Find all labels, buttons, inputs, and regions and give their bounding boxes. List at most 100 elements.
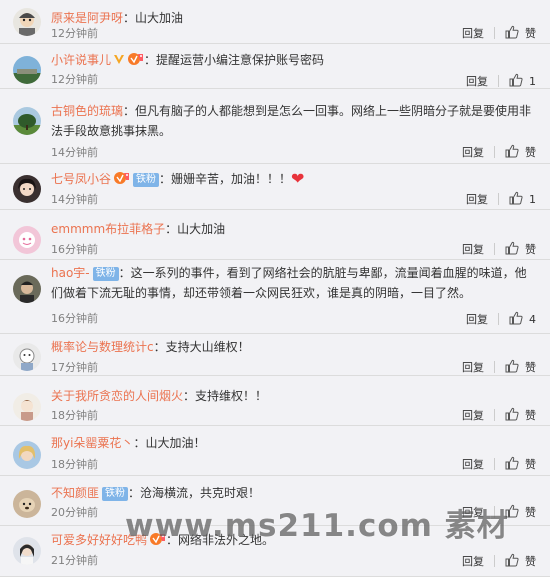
- comment-username[interactable]: emmmm布拉菲格子: [51, 222, 165, 236]
- like-count: 赞: [525, 146, 536, 159]
- action-divider: [498, 313, 499, 325]
- like-button[interactable]: 赞: [505, 241, 536, 258]
- like-button[interactable]: 赞: [505, 25, 536, 42]
- comment-actions: 回复 赞: [462, 359, 536, 375]
- action-divider: [494, 361, 495, 373]
- like-count: 1: [529, 192, 536, 206]
- comment-text: 山大加油: [135, 11, 184, 25]
- comment-username[interactable]: hao宇-: [51, 266, 90, 280]
- like-button[interactable]: 赞: [505, 407, 536, 424]
- comment-text: 沧海横流，共克时艰！: [140, 486, 261, 500]
- like-count: 赞: [525, 458, 536, 471]
- user-avatar[interactable]: [13, 107, 41, 135]
- reply-button[interactable]: 回复: [462, 144, 484, 160]
- comment-username[interactable]: 关于我所贪恋的人间烟火: [51, 389, 183, 403]
- user-avatar[interactable]: [13, 441, 41, 469]
- action-divider: [494, 27, 495, 39]
- like-count: 赞: [525, 506, 536, 519]
- comment-item: 七号凤小谷 铁粉 ：姗姗辛苦，加油！！！❤ 14分钟前 回复 1: [0, 164, 550, 210]
- user-avatar[interactable]: [13, 537, 41, 565]
- comment-username[interactable]: 古铜色的琉璃: [51, 104, 123, 118]
- comment-content: 概率论与数理统计c：支持大山维权！: [51, 337, 536, 357]
- reply-button[interactable]: 回复: [462, 553, 484, 569]
- comment-timestamp: 14分钟前: [51, 146, 98, 159]
- like-count: 赞: [525, 27, 536, 40]
- user-avatar[interactable]: [13, 56, 41, 84]
- comment-text: 支持大山维权！: [165, 340, 250, 354]
- reply-button[interactable]: 回复: [462, 359, 484, 375]
- comment-username[interactable]: 那yi朵罂粟花丶: [51, 436, 133, 450]
- reply-button[interactable]: 回复: [466, 191, 488, 207]
- comment-colon: ：: [144, 53, 157, 67]
- comment-colon: ：: [159, 172, 172, 186]
- comment-timestamp: 12分钟前: [51, 73, 98, 86]
- comment-username[interactable]: 小许说事儿: [51, 53, 111, 67]
- comment-colon: ：: [133, 436, 146, 450]
- thumbs-up-icon: [505, 553, 519, 570]
- like-count: 赞: [525, 361, 536, 374]
- comment-content: hao宇- 铁粉 ：这一系列的事件，看到了网络社会的肮脏与卑鄙，流量闻着血腥的味道，…: [51, 263, 536, 303]
- comment-timestamp: 18分钟前: [51, 409, 98, 422]
- like-button[interactable]: 1: [509, 191, 536, 208]
- reply-button[interactable]: 回复: [462, 25, 484, 41]
- comment-content: 七号凤小谷 铁粉 ：姗姗辛苦，加油！！！❤: [51, 169, 536, 189]
- comment-timestamp: 16分钟前: [51, 312, 98, 325]
- thumbs-up-icon: [505, 25, 519, 42]
- like-count: 赞: [525, 555, 536, 568]
- like-button[interactable]: 赞: [505, 359, 536, 376]
- like-count: 赞: [525, 243, 536, 256]
- user-avatar[interactable]: [13, 175, 41, 203]
- reply-button[interactable]: 回复: [462, 407, 484, 423]
- action-divider: [494, 146, 495, 158]
- like-button[interactable]: 赞: [505, 504, 536, 521]
- user-avatar[interactable]: [13, 393, 41, 421]
- like-button[interactable]: 4: [509, 311, 536, 328]
- comment-actions: 回复 赞: [462, 456, 536, 472]
- comment-text: 提醒运营小编注意保护账号密码: [156, 53, 325, 67]
- watermark: www.ms211.com 素材: [125, 508, 509, 544]
- comment-content: 关于我所贪恋的人间烟火：支持维权！！: [51, 386, 536, 406]
- vip-badge-icon: [125, 53, 144, 67]
- user-avatar[interactable]: [13, 343, 41, 371]
- comment-actions: 回复 赞: [462, 241, 536, 257]
- thumbs-up-icon: [509, 191, 523, 208]
- comment-text: 支持维权！！: [195, 389, 268, 403]
- comment-username[interactable]: 原来是阿尹呀: [51, 11, 123, 25]
- thumbs-up-icon: [505, 359, 519, 376]
- comment-timestamp: 18分钟前: [51, 458, 98, 471]
- user-avatar[interactable]: [13, 8, 41, 36]
- like-button[interactable]: 赞: [505, 553, 536, 570]
- comment-colon: ：: [165, 222, 178, 236]
- reply-button[interactable]: 回复: [466, 311, 488, 327]
- reply-button[interactable]: 回复: [466, 73, 488, 89]
- like-count: 4: [529, 312, 536, 326]
- heart-emoji-icon: ❤: [291, 169, 305, 188]
- comment-colon: ：: [123, 11, 136, 25]
- comment-content: 小许说事儿 ：提醒运营小编注意保护账号密码: [51, 50, 536, 70]
- comment-item: 原来是阿尹呀：山大加油 12分钟前 回复 赞: [0, 0, 550, 44]
- user-avatar[interactable]: [13, 275, 41, 303]
- comment-username[interactable]: 七号凤小谷: [51, 172, 111, 186]
- comment-username[interactable]: 概率论与数理统计c: [51, 340, 154, 354]
- user-avatar[interactable]: [13, 226, 41, 254]
- comment-actions: 回复 1: [466, 191, 536, 207]
- vip-badge-icon: [111, 172, 130, 186]
- like-button[interactable]: 赞: [505, 456, 536, 473]
- like-button[interactable]: 赞: [505, 144, 536, 161]
- comment-colon: ：: [128, 486, 141, 500]
- action-divider: [494, 243, 495, 255]
- comment-content: emmmm布拉菲格子：山大加油: [51, 219, 536, 239]
- comment-item: hao宇- 铁粉 ：这一系列的事件，看到了网络社会的肮脏与卑鄙，流量闻着血腥的味道，…: [0, 260, 550, 334]
- reply-button[interactable]: 回复: [462, 456, 484, 472]
- comment-actions: 回复 赞: [462, 407, 536, 423]
- comment-timestamp: 17分钟前: [51, 361, 98, 374]
- comment-item: 古铜色的琉璃：但凡有脑子的人都能想到是怎么一回事。网络上一些阴暗分子就是要使用非…: [0, 89, 550, 164]
- user-avatar[interactable]: [13, 490, 41, 518]
- action-divider: [494, 555, 495, 567]
- like-button[interactable]: 1: [509, 73, 536, 90]
- comment-content: 那yi朵罂粟花丶：山大加油！: [51, 433, 536, 453]
- fan-badge: 铁粉: [102, 487, 129, 501]
- comment-username[interactable]: 不知颜匪: [51, 486, 99, 500]
- reply-button[interactable]: 回复: [462, 241, 484, 257]
- thumbs-up-icon: [509, 311, 523, 328]
